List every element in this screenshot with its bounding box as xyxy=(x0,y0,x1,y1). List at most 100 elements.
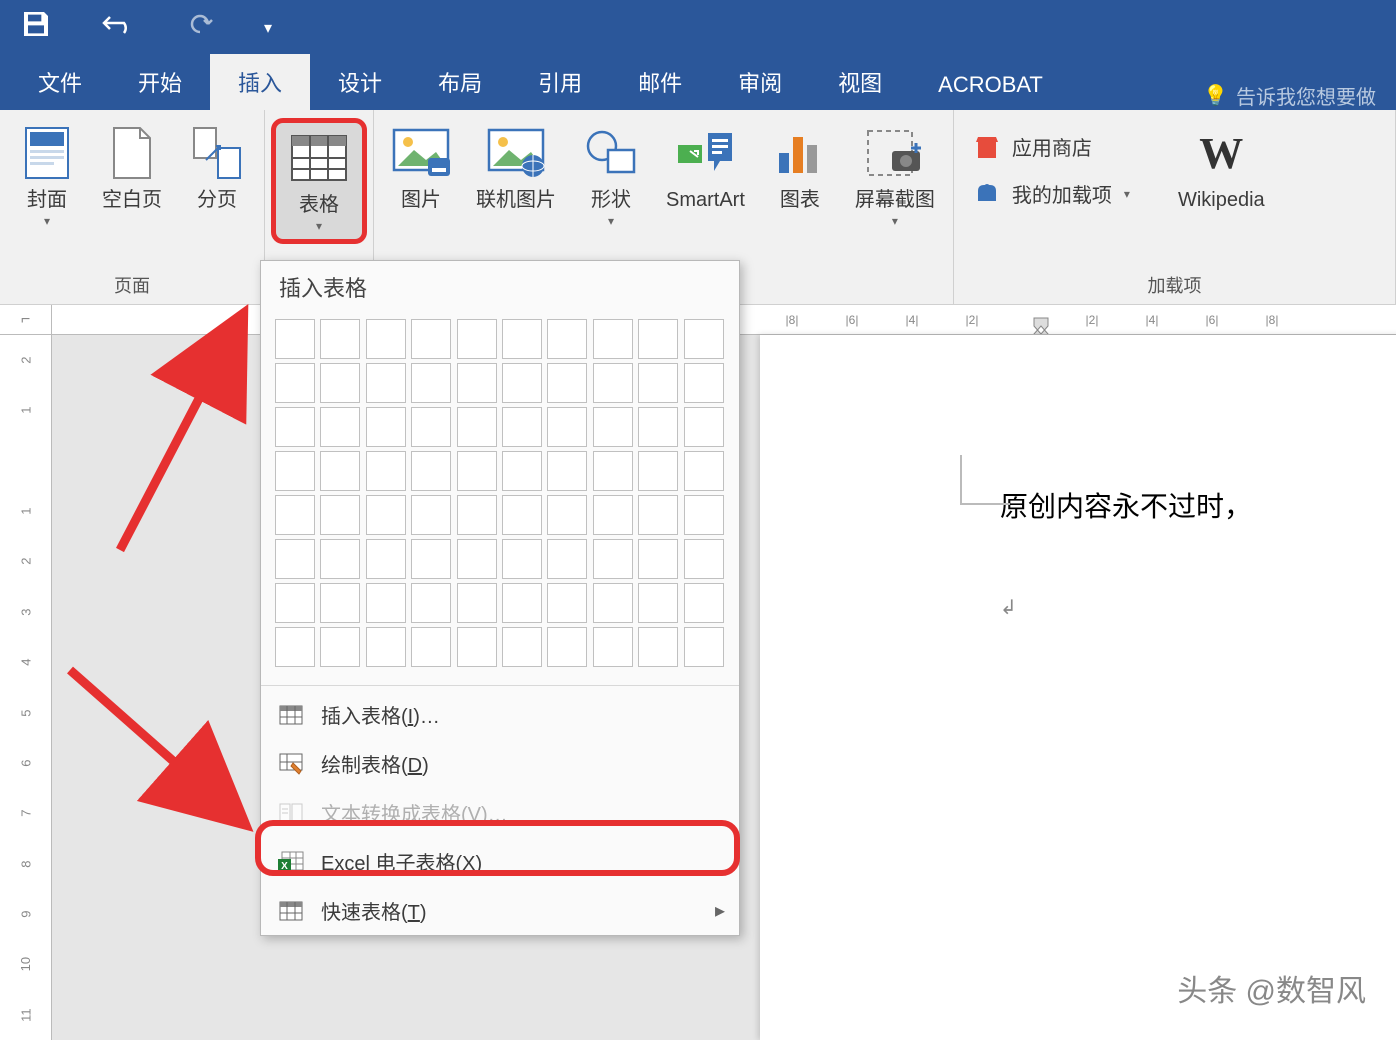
grid-cell[interactable] xyxy=(593,583,633,623)
tab-acrobat[interactable]: ACROBAT xyxy=(910,60,1071,110)
grid-cell[interactable] xyxy=(366,583,406,623)
grid-cell[interactable] xyxy=(593,451,633,491)
document-page[interactable]: 原创内容永不过时， ↲ xyxy=(760,335,1396,1040)
grid-cell[interactable] xyxy=(366,539,406,579)
menu-draw-table[interactable]: 绘制表格(D) xyxy=(261,739,739,788)
grid-cell[interactable] xyxy=(275,583,315,623)
grid-cell[interactable] xyxy=(320,539,360,579)
grid-cell[interactable] xyxy=(547,407,587,447)
grid-cell[interactable] xyxy=(320,363,360,403)
menu-excel-spreadsheet[interactable]: X Excel 电子表格(X) xyxy=(261,837,739,886)
store-button[interactable]: 应用商店 xyxy=(974,132,1130,161)
grid-cell[interactable] xyxy=(366,319,406,359)
grid-cell[interactable] xyxy=(502,319,542,359)
grid-cell[interactable] xyxy=(275,407,315,447)
grid-cell[interactable] xyxy=(366,363,406,403)
menu-quick-tables[interactable]: 快速表格(T) ▸ xyxy=(261,886,739,935)
grid-cell[interactable] xyxy=(366,495,406,535)
grid-cell[interactable] xyxy=(411,319,451,359)
grid-cell[interactable] xyxy=(320,583,360,623)
tab-file[interactable]: 文件 xyxy=(10,54,110,110)
grid-cell[interactable] xyxy=(366,627,406,667)
grid-cell[interactable] xyxy=(638,363,678,403)
grid-cell[interactable] xyxy=(275,539,315,579)
grid-cell[interactable] xyxy=(457,583,497,623)
grid-cell[interactable] xyxy=(684,363,724,403)
grid-cell[interactable] xyxy=(547,583,587,623)
grid-cell[interactable] xyxy=(593,495,633,535)
chart-button[interactable]: 图表 xyxy=(763,118,837,234)
grid-cell[interactable] xyxy=(457,495,497,535)
grid-cell[interactable] xyxy=(638,539,678,579)
grid-cell[interactable] xyxy=(547,627,587,667)
grid-cell[interactable] xyxy=(502,539,542,579)
grid-cell[interactable] xyxy=(457,627,497,667)
grid-cell[interactable] xyxy=(411,451,451,491)
grid-cell[interactable] xyxy=(684,583,724,623)
grid-cell[interactable] xyxy=(547,451,587,491)
blank-page-button[interactable]: 空白页 xyxy=(94,118,170,234)
grid-cell[interactable] xyxy=(411,539,451,579)
vertical-ruler[interactable]: 2 1 1 2 3 4 5 6 7 8 9 10 11 xyxy=(0,335,52,1040)
grid-cell[interactable] xyxy=(684,319,724,359)
grid-cell[interactable] xyxy=(684,627,724,667)
grid-cell[interactable] xyxy=(502,407,542,447)
grid-cell[interactable] xyxy=(638,627,678,667)
tellme-search[interactable]: 💡 告诉我您想要做 xyxy=(1203,81,1386,110)
smartart-button[interactable]: SmartArt xyxy=(658,118,753,234)
table-button[interactable]: 表格 ▾ xyxy=(282,123,356,239)
grid-cell[interactable] xyxy=(684,495,724,535)
grid-cell[interactable] xyxy=(502,627,542,667)
grid-cell[interactable] xyxy=(411,363,451,403)
grid-cell[interactable] xyxy=(275,451,315,491)
page-break-button[interactable]: 分页 xyxy=(180,118,254,234)
grid-cell[interactable] xyxy=(457,451,497,491)
picture-button[interactable]: 图片 xyxy=(384,118,458,234)
grid-cell[interactable] xyxy=(638,319,678,359)
grid-cell[interactable] xyxy=(320,451,360,491)
grid-cell[interactable] xyxy=(638,495,678,535)
grid-cell[interactable] xyxy=(320,495,360,535)
tab-insert[interactable]: 插入 xyxy=(210,54,310,110)
tab-references[interactable]: 引用 xyxy=(510,54,610,110)
grid-cell[interactable] xyxy=(320,319,360,359)
grid-cell[interactable] xyxy=(547,539,587,579)
grid-cell[interactable] xyxy=(502,363,542,403)
undo-icon[interactable] xyxy=(102,12,136,44)
save-icon[interactable] xyxy=(20,8,52,47)
grid-cell[interactable] xyxy=(684,539,724,579)
grid-cell[interactable] xyxy=(411,583,451,623)
grid-cell[interactable] xyxy=(502,495,542,535)
grid-cell[interactable] xyxy=(457,407,497,447)
shapes-button[interactable]: 形状 ▾ xyxy=(574,118,648,234)
grid-cell[interactable] xyxy=(457,363,497,403)
tab-view[interactable]: 视图 xyxy=(810,54,910,110)
grid-cell[interactable] xyxy=(275,363,315,403)
online-picture-button[interactable]: 联机图片 xyxy=(468,118,564,234)
grid-cell[interactable] xyxy=(366,407,406,447)
grid-cell[interactable] xyxy=(593,363,633,403)
grid-cell[interactable] xyxy=(638,583,678,623)
grid-cell[interactable] xyxy=(502,583,542,623)
table-grid-picker[interactable] xyxy=(261,313,739,681)
tab-home[interactable]: 开始 xyxy=(110,54,210,110)
grid-cell[interactable] xyxy=(547,495,587,535)
tab-review[interactable]: 审阅 xyxy=(710,54,810,110)
grid-cell[interactable] xyxy=(638,407,678,447)
cover-page-button[interactable]: 封面 ▾ xyxy=(10,118,84,234)
my-addins-button[interactable]: 我的加载项 ▾ xyxy=(974,179,1130,208)
grid-cell[interactable] xyxy=(593,407,633,447)
grid-cell[interactable] xyxy=(275,495,315,535)
grid-cell[interactable] xyxy=(547,319,587,359)
grid-cell[interactable] xyxy=(593,539,633,579)
screenshot-button[interactable]: 屏幕截图 ▾ xyxy=(847,118,943,234)
grid-cell[interactable] xyxy=(411,495,451,535)
grid-cell[interactable] xyxy=(320,407,360,447)
grid-cell[interactable] xyxy=(275,319,315,359)
grid-cell[interactable] xyxy=(275,627,315,667)
redo-icon[interactable] xyxy=(186,10,214,45)
grid-cell[interactable] xyxy=(684,407,724,447)
grid-cell[interactable] xyxy=(411,407,451,447)
grid-cell[interactable] xyxy=(593,319,633,359)
grid-cell[interactable] xyxy=(457,319,497,359)
